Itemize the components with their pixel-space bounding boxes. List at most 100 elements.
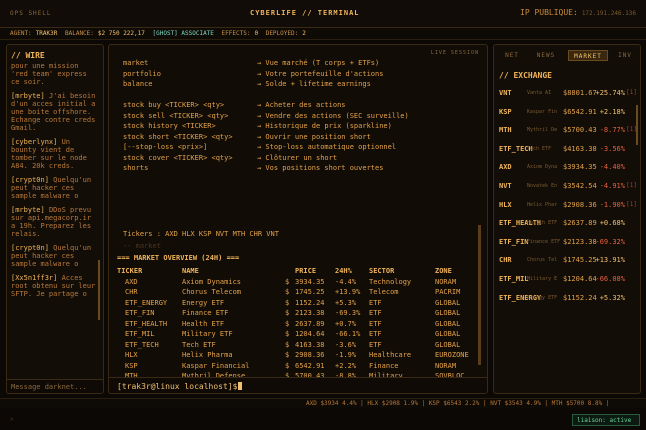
chat-message: [Xx5n1ff3r] Acces root obtenu sur leur S… <box>7 274 103 298</box>
command-description: → Vue marché (T corps + ETFs) <box>257 59 380 67</box>
cell-sector: Technology <box>369 277 412 286</box>
market-overview-title: === MARKET OVERVIEW (24H) === <box>117 254 240 262</box>
exchange-change: +2.18% <box>599 107 625 116</box>
footer-input[interactable]: > <box>6 414 104 426</box>
cell-sector: Finance <box>369 361 399 370</box>
table-row: ETF_HEALTH Health ETF $2637.89 +0.7% ETF GLOB… <box>117 319 477 330</box>
terminal-scrollbar[interactable] <box>478 225 481 365</box>
status-bar: AGENT: TRAK3R BALANCE: $2 750 222,17 [GHOS… <box>0 28 646 40</box>
exchange-price: $3542.54 <box>563 182 597 190</box>
cell-price: 1204.64 <box>295 330 325 338</box>
command-syntax: shorts <box>123 164 149 172</box>
ip-label: IP PUBLIQUE: <box>520 8 578 17</box>
cell-change: -1.9% <box>335 351 357 359</box>
cell-ticker: CHR <box>125 288 138 296</box>
exchange-row[interactable]: KSP Kaspar Fin $6542.91 +2.18% <box>499 108 637 120</box>
command-syntax: balance <box>123 80 153 88</box>
market-table-header: TICKER NAME PRICE 24H% SECTOR ZONE <box>117 266 477 277</box>
cell-change: -3.6% <box>335 340 357 349</box>
cell-price: 1745.25 <box>295 288 325 296</box>
exchange-row[interactable]: ETF_FIN Finance ETF $2123.38 -69.32% <box>499 238 637 250</box>
exchange-row[interactable]: MTH Mythril De $5700.43 -8.77% [1] <box>499 126 637 138</box>
command-help-row: [--stop-loss <prix>] → Stop-loss automati… <box>123 142 483 153</box>
header-price: PRICE <box>295 267 317 275</box>
exchange-name: Chorus Tel <box>527 257 558 264</box>
exchange-change: +0.68% <box>599 219 625 228</box>
exchange-change: -4.40% <box>599 163 625 172</box>
cell-zone: NORAM <box>435 277 457 286</box>
agent-value: TRAK3R <box>35 30 58 37</box>
exchange-symbol: HLX <box>499 200 512 209</box>
exchange-name: Energy ETF <box>527 294 558 301</box>
command-help-row: market → Vue marché (T corps + ETFs) <box>123 58 483 69</box>
exchange-name: Vanta AI <box>527 90 552 96</box>
exchange-symbol: AXD <box>499 163 512 172</box>
exchange-change: -1.90% <box>599 200 625 209</box>
cell-ticker: ETF_TECH <box>125 340 159 349</box>
exchange-name: Tech ETF <box>527 145 552 152</box>
cell-ticker: AXD <box>125 277 138 286</box>
command-help-row: stock cover <TICKER> <qty> → Clôturer un … <box>123 153 483 164</box>
agent-label: AGENT: <box>10 30 32 37</box>
deployed-label: DEPLOYED: <box>265 30 299 37</box>
chat-input[interactable]: Message darknet... <box>7 379 103 393</box>
cell-currency: $ <box>285 277 290 286</box>
tab-inv[interactable]: INV <box>614 50 636 61</box>
exchange-row[interactable]: HLX Helix Phar $2908.36 -1.90% [1] <box>499 201 637 213</box>
command-description: → Solde + lifetime earnings <box>257 80 371 88</box>
exchange-scrollbar[interactable] <box>636 105 638 145</box>
chat-message: [crypt0n] Quelqu'un peut hacker ces samp… <box>7 176 103 200</box>
exchange-price: $4163.38 <box>563 144 597 153</box>
exchange-change: -3.56% <box>599 144 625 153</box>
effects-value: 0 <box>254 30 259 37</box>
exchange-symbol: NVT <box>499 182 512 190</box>
command-syntax: stock buy <TICKER> <qty> <box>123 101 225 109</box>
chat-message: [mrbyte] J'ai besoin d'un acces initial … <box>7 92 103 132</box>
exchange-name: Military E <box>527 276 558 282</box>
exchange-name: Novatek En <box>527 183 558 189</box>
command-help-row: shorts → Vos positions short ouvertes <box>123 163 483 174</box>
chat-message: [mrbyte] DDoS prevu sur api.megacorp.ir … <box>7 206 103 238</box>
cell-zone: NORAM <box>435 361 457 370</box>
exchange-name: Kaspar Fin <box>527 108 558 115</box>
cell-sector: ETF <box>369 340 382 349</box>
ticker-tape: AXD $3934 4.4% | HLX $2908 1.9% | KSP $6… <box>0 398 646 408</box>
command-help-row: stock sell <TICKER> <qty> → Vendre des ac… <box>123 111 483 122</box>
exchange-price: $3934.35 <box>563 163 597 172</box>
cell-name: Health ETF <box>182 319 225 328</box>
app-label: OPS SHELL <box>10 10 52 17</box>
header-name: NAME <box>182 267 199 275</box>
header-sector: SECTOR <box>369 267 395 275</box>
cell-zone: GLOBAL <box>435 309 461 317</box>
chat-message-list: [mrbyte] J'ai besoin d'un acces initial … <box>7 86 103 298</box>
cell-change: -66.1% <box>335 330 361 338</box>
exchange-change: +25.74% <box>595 89 625 97</box>
cell-zone: GLOBAL <box>435 330 461 338</box>
exchange-row[interactable]: ETF_TECH Tech ETF $4163.38 -3.56% <box>499 145 637 157</box>
live-session-label: LIVE SESSION <box>430 50 479 56</box>
exchange-tag: [1] <box>626 182 637 189</box>
chat-sender: [mrbyte] <box>11 92 45 100</box>
cell-zone: GLOBAL <box>435 319 461 328</box>
command-help-row: stock history <TICKER> → Historique de pr… <box>123 121 483 132</box>
exchange-row[interactable]: VNT Vanta AI $8801.67 +25.74% [1] <box>499 89 637 101</box>
cell-price: 3934.35 <box>295 277 325 286</box>
exchange-row[interactable]: AXD Axiom Dyna $3934.35 -4.40% <box>499 163 637 175</box>
exchange-symbol: KSP <box>499 107 512 116</box>
exchange-row[interactable]: ETF_HEALTH Health ETF $2637.89 +0.68% <box>499 219 637 231</box>
exchange-row[interactable]: ETF_ENERGY Energy ETF $1152.24 +5.32% <box>499 294 637 306</box>
balance-value: $2 750 222,17 <box>97 30 145 37</box>
exchange-tag: [1] <box>626 89 637 96</box>
tab-news[interactable]: NEWS <box>530 50 562 61</box>
tab-market[interactable]: MARKET <box>568 50 608 61</box>
wire-panel: // WIRE pour une mission 'red team' expr… <box>6 44 104 394</box>
tab-net[interactable]: NET <box>498 50 526 61</box>
terminal-prompt[interactable]: [trak3r@linux localhost]$ <box>109 377 487 393</box>
exchange-row[interactable]: NVT Novatek En $3542.54 -4.91% [1] <box>499 182 637 194</box>
header-zone: ZONE <box>435 267 452 275</box>
cell-change: -69.3% <box>335 309 361 317</box>
exchange-row[interactable]: ETF_MIL Military E $1204.64 -66.08% <box>499 275 637 287</box>
chat-message: [cyberlynx] Un bounty vient de tomber su… <box>7 138 103 170</box>
chat-scrollbar[interactable] <box>98 260 100 320</box>
exchange-row[interactable]: CHR Chorus Tel $1745.25 +13.91% <box>499 256 637 268</box>
